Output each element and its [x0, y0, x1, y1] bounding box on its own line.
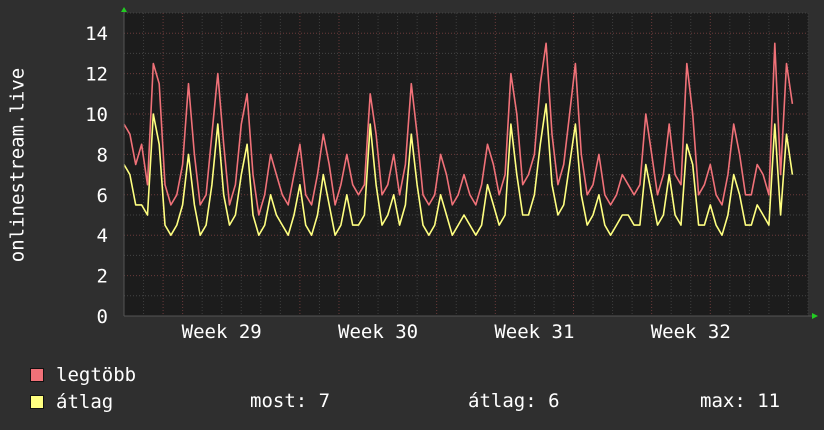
y-tick-label: 12 — [85, 64, 108, 86]
y-tick-label: 10 — [85, 104, 108, 126]
stat-max: max: 11 — [700, 390, 781, 412]
legend-label-max: legtöbb — [56, 364, 137, 386]
legend-swatch-max — [30, 368, 44, 382]
plot-area — [124, 13, 808, 316]
legend-swatch-avg — [30, 395, 44, 409]
x-axis-arrow-icon — [812, 313, 818, 319]
x-tick-label: Week 30 — [338, 321, 418, 343]
y-axis-arrow-icon — [121, 7, 127, 12]
x-tick-labels: Week 29 Week 30 Week 31 Week 32 — [182, 321, 731, 343]
y-axis-label: onlinestream.live — [7, 68, 29, 262]
legend-label-avg: átlag — [56, 391, 114, 413]
stat-now: most: 7 — [250, 390, 331, 412]
legend-item-max: legtöbb — [30, 363, 136, 387]
y-tick-label: 14 — [85, 23, 108, 45]
x-tick-label: Week 29 — [182, 321, 262, 343]
stat-avg: átlag: 6 — [468, 390, 560, 412]
y-tick-label: 8 — [97, 144, 108, 166]
y-tick-labels: 0 2 4 6 8 10 12 14 — [85, 23, 108, 328]
y-tick-label: 0 — [97, 306, 108, 328]
y-tick-label: 6 — [97, 185, 108, 207]
y-tick-label: 4 — [97, 225, 108, 247]
y-tick-label: 2 — [97, 266, 108, 288]
x-tick-label: Week 32 — [651, 321, 731, 343]
legend-item-avg: átlag — [30, 390, 113, 414]
x-tick-label: Week 31 — [494, 321, 574, 343]
